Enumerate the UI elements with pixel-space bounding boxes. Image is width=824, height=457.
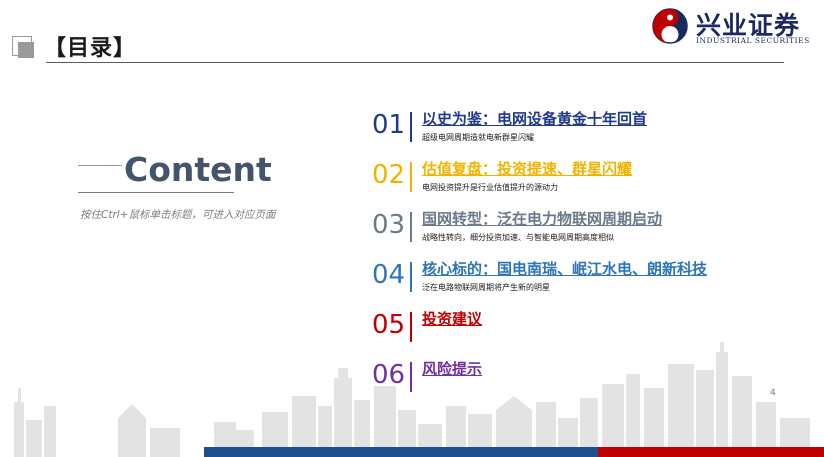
logo-english-name: INDUSTRIAL SECURITIES <box>696 36 810 45</box>
toc-title-link[interactable]: 以史为鉴：电网设备黄金十年回首 <box>422 108 647 129</box>
toc-divider-bar <box>410 312 412 342</box>
title-divider <box>46 62 784 63</box>
toc-divider-bar <box>410 112 412 142</box>
toc-number: 05 <box>372 310 406 340</box>
navigation-hint: 按住Ctrl+鼠标单击标题，可进入对应页面 <box>80 209 276 221</box>
toc-item-01[interactable]: 01 以史为鉴：电网设备黄金十年回首 超级电网周期造就电新群星闪耀 <box>372 108 812 150</box>
toc-title-link[interactable]: 估值复盘：投资提速、群星闪耀 <box>422 158 632 179</box>
content-underline <box>78 192 234 193</box>
toc-subtitle: 超级电网周期造就电新群星闪耀 <box>422 133 534 142</box>
content-accent-line <box>78 165 122 166</box>
company-logo: 兴业证券 INDUSTRIAL SECURITIES <box>652 6 820 46</box>
logo-mark-icon <box>652 8 688 44</box>
footer-bar-blue <box>204 447 598 457</box>
toc-divider-bar <box>410 162 412 192</box>
toc-divider-bar <box>410 262 412 292</box>
toc-subtitle: 战略性转向，细分投资加速、与智能电网周期高度相似 <box>422 233 614 242</box>
toc-subtitle: 泛在电路物联网周期将产生新的明星 <box>422 283 550 292</box>
corner-decoration <box>12 36 36 60</box>
toc-number: 04 <box>372 260 406 290</box>
toc-number: 01 <box>372 110 406 140</box>
city-skyline-illustration <box>14 342 810 457</box>
toc-number: 02 <box>372 160 406 190</box>
toc-title-link[interactable]: 投资建议 <box>422 308 482 329</box>
toc-item-03[interactable]: 03 国网转型：泛在电力物联网周期启动 战略性转向，细分投资加速、与智能电网周期… <box>372 208 812 250</box>
toc-number: 03 <box>372 210 406 240</box>
toc-item-02[interactable]: 02 估值复盘：投资提速、群星闪耀 电网投资提升是行业估值提升的源动力 <box>372 158 812 200</box>
decor-square-filled <box>18 42 34 58</box>
toc-item-04[interactable]: 04 核心标的：国电南瑞、岷江水电、朗新科技 泛在电路物联网周期将产生新的明星 <box>372 258 812 300</box>
footer-bar-red <box>598 447 824 457</box>
toc-title-link[interactable]: 国网转型：泛在电力物联网周期启动 <box>422 208 662 229</box>
page-title: 【目录】 <box>44 36 137 61</box>
toc-divider-bar <box>410 212 412 242</box>
content-heading: Content <box>124 150 272 189</box>
toc-title-link[interactable]: 核心标的：国电南瑞、岷江水电、朗新科技 <box>422 258 707 279</box>
toc-subtitle: 电网投资提升是行业估值提升的源动力 <box>422 183 558 192</box>
